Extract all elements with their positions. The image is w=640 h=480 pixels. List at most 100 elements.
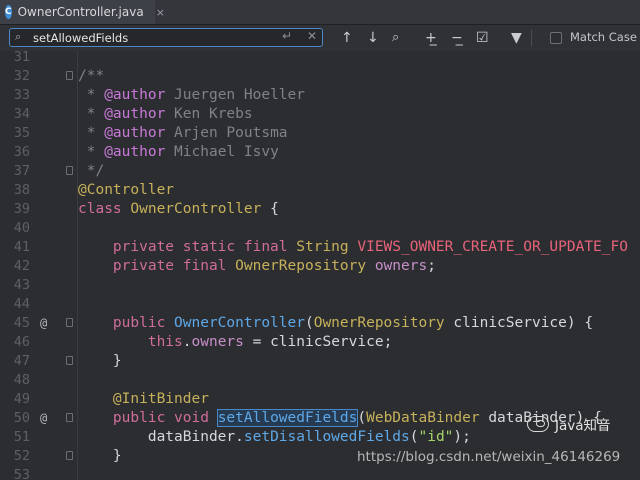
code-token: dataBinder. xyxy=(78,429,244,445)
code-token: private final xyxy=(78,258,236,274)
clear-icon[interactable]: ✕ xyxy=(307,29,317,43)
code-line[interactable]: 45 @ public OwnerController(OwnerReposito… xyxy=(0,314,640,333)
code-text: /** xyxy=(78,67,104,86)
line-number: 48 xyxy=(13,372,30,388)
code-token: VIEWS_OWNER_CREATE_OR_UPDATE_FO xyxy=(357,239,628,255)
line-number: 46 xyxy=(13,334,30,350)
match-case-checkbox[interactable] xyxy=(550,32,562,44)
line-number: 51 xyxy=(13,429,30,445)
search-input[interactable] xyxy=(33,30,263,45)
next-occurrence-icon[interactable]: ↓ xyxy=(367,29,379,47)
fold-marker-icon[interactable] xyxy=(66,413,73,422)
line-number: 52 xyxy=(13,448,30,464)
code-token: @author xyxy=(104,125,166,141)
fold-marker-icon[interactable] xyxy=(66,356,73,365)
tab-owner-controller[interactable]: C OwnerController.java × xyxy=(0,0,165,24)
close-icon[interactable]: × xyxy=(156,6,165,19)
code-token: ; xyxy=(427,258,436,274)
code-token: "id" xyxy=(418,429,454,445)
code-token: * xyxy=(78,144,105,160)
line-number: 41 xyxy=(13,239,30,255)
code-token: Arjen Poutsma xyxy=(165,125,288,141)
code-line[interactable]: 41 private static final String VIEWS_OWN… xyxy=(0,238,640,257)
code-line[interactable]: 47 } xyxy=(0,352,640,371)
remove-selection-icon[interactable]: −̲ xyxy=(451,29,463,47)
code-line[interactable]: 36 * @author Michael Isvy xyxy=(0,143,640,162)
code-token: * xyxy=(78,87,105,103)
code-text: public void setAllowedFields(WebDataBind… xyxy=(78,409,602,428)
code-line[interactable]: 42 private final OwnerRepository owners; xyxy=(0,257,640,276)
line-number: 37 xyxy=(13,163,30,179)
line-number: 34 xyxy=(13,106,30,122)
code-line[interactable]: 38 @Controller xyxy=(0,181,640,200)
fold-marker-icon[interactable] xyxy=(66,318,73,327)
watermark-brand: Java知音 xyxy=(527,414,611,434)
line-number: 45 xyxy=(13,315,30,331)
code-token: ( xyxy=(304,315,314,331)
newline-icon[interactable]: ↵ xyxy=(282,29,292,43)
code-line[interactable]: 39 class OwnerController { xyxy=(0,200,640,219)
code-line[interactable]: 40 xyxy=(0,219,640,238)
code-text: } xyxy=(78,352,122,371)
code-token: OwnerRepository xyxy=(235,258,375,274)
previous-occurrence-icon[interactable]: ↑ xyxy=(341,29,353,47)
line-number: 44 xyxy=(13,296,30,312)
search-match-highlight: setAllowedFields xyxy=(216,409,359,427)
code-token: @author xyxy=(104,106,166,122)
code-token: clinicService) { xyxy=(453,315,594,331)
code-token: Juergen Hoeller xyxy=(165,87,305,103)
code-line[interactable]: 53 xyxy=(0,466,640,480)
code-text: private final OwnerRepository owners; xyxy=(78,257,436,276)
code-token: WebDataBinder xyxy=(366,410,489,426)
code-token: = clinicService; xyxy=(243,334,393,350)
fold-marker-icon[interactable] xyxy=(66,451,73,460)
code-token: . xyxy=(182,334,192,350)
code-line[interactable]: 34 * @author Ken Krebs xyxy=(0,105,640,124)
code-line[interactable]: 33 * @author Juergen Hoeller xyxy=(0,86,640,105)
code-line[interactable]: 32 /** xyxy=(0,67,640,86)
code-text: * @author Arjen Poutsma xyxy=(78,124,288,143)
code-line[interactable]: 46 this.owners = clinicService; xyxy=(0,333,640,352)
toolbar-separator xyxy=(531,30,532,46)
add-selection-icon[interactable]: +̲ xyxy=(425,29,437,47)
line-number: 38 xyxy=(13,182,30,198)
editor-tab-bar: C OwnerController.java × xyxy=(0,0,640,25)
code-token: ( xyxy=(357,410,367,426)
select-all-occurrences-icon[interactable]: ☑ xyxy=(476,29,489,47)
code-token: /** xyxy=(78,68,105,84)
code-token: } xyxy=(78,353,122,369)
code-text: dataBinder.setDisallowedFields("id"); xyxy=(78,428,471,447)
code-text: private static final String VIEWS_OWNER_… xyxy=(78,238,628,257)
code-text: @InitBinder xyxy=(78,390,209,409)
filter-icon[interactable]: ▼ xyxy=(511,29,522,47)
tab-title: OwnerController.java xyxy=(17,5,144,19)
code-token: @author xyxy=(104,87,166,103)
code-line[interactable]: 37 */ xyxy=(0,162,640,181)
search-icon[interactable]: ⌕ xyxy=(15,30,21,44)
code-token: OwnerController xyxy=(174,315,305,331)
code-line[interactable]: 35 * @author Arjen Poutsma xyxy=(0,124,640,143)
code-token: @Controller xyxy=(78,182,175,198)
find-all-occurrences-icon[interactable]: ⌕ xyxy=(392,29,399,47)
watermark-brand-text: Java知音 xyxy=(555,418,611,434)
search-box[interactable]: ⌕ ↵ ✕ xyxy=(9,28,323,47)
code-token: owners xyxy=(374,258,428,274)
code-token: @author xyxy=(104,144,166,160)
code-token: * xyxy=(78,125,105,141)
fold-marker-icon[interactable] xyxy=(66,71,73,80)
fold-marker-icon[interactable] xyxy=(66,166,73,175)
code-token: owners xyxy=(191,334,244,350)
code-token: public xyxy=(78,315,175,331)
code-token: class xyxy=(78,201,131,217)
implementation-marker-icon[interactable]: @ xyxy=(40,314,47,333)
code-line[interactable]: 43 xyxy=(0,276,640,295)
code-text: class OwnerController { xyxy=(78,200,279,219)
code-text: @Controller xyxy=(78,181,174,200)
code-line[interactable]: 49 @InitBinder xyxy=(0,390,640,409)
code-line[interactable]: 48 xyxy=(0,371,640,390)
implementation-marker-icon[interactable]: @ xyxy=(40,409,47,428)
code-token: public void xyxy=(78,410,218,426)
code-line[interactable]: 31 xyxy=(0,51,640,67)
code-line[interactable]: 44 xyxy=(0,295,640,314)
code-text: * @author Juergen Hoeller xyxy=(78,86,305,105)
